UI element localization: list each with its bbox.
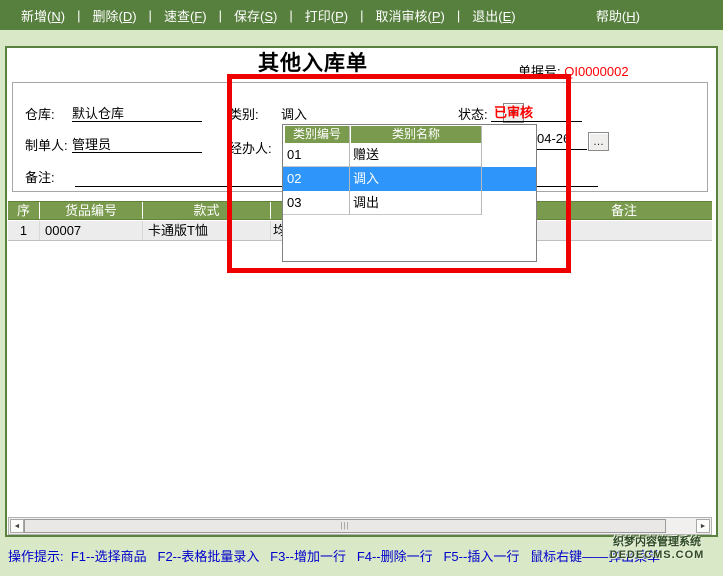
watermark-line2: DEDECMS.COM xyxy=(592,549,722,562)
toolbar-button-exit[interactable]: 退出(E) xyxy=(461,6,526,25)
date-browse-button[interactable]: … xyxy=(588,132,609,151)
toolbar-button-help[interactable]: 帮助(H) xyxy=(585,6,651,25)
arrow-left-icon: ◄ xyxy=(14,523,21,530)
page-title: 其他入库单 xyxy=(258,47,368,77)
scroll-right-button[interactable]: ► xyxy=(696,519,710,533)
ellipsis-icon: … xyxy=(593,136,604,148)
horizontal-scrollbar[interactable]: ◄ ||| ► xyxy=(8,517,712,535)
toolbar-button-cancel-audit[interactable]: 取消审核(P) xyxy=(364,6,455,25)
header-item-code: 货品编号 xyxy=(40,202,143,219)
status-bar-hint: 操作提示: F1--选择商品 F2--表格批量录入 F3--增加一行 F4--删… xyxy=(8,546,660,565)
toolbar: 新增(N) | 删除(D) | 速查(F) | 保存(S) | 打印(P) | … xyxy=(0,0,723,30)
cell-item-code[interactable]: 00007 xyxy=(40,221,143,240)
cell-seq[interactable]: 1 xyxy=(8,221,40,240)
warehouse-label: 仓库: xyxy=(25,104,55,123)
thumb-grip-icon: ||| xyxy=(340,522,349,530)
toolbar-button-save[interactable]: 保存(S) xyxy=(223,6,288,25)
remark-label: 备注: xyxy=(25,167,55,186)
arrow-right-icon: ► xyxy=(700,523,707,530)
doc-number-value: QI0000002 xyxy=(564,64,628,79)
toolbar-button-print[interactable]: 打印(P) xyxy=(294,6,359,25)
watermark: 织梦内容管理系统 DEDECMS.COM xyxy=(592,536,722,562)
scrollbar-thumb[interactable]: ||| xyxy=(24,519,666,533)
annotation-highlight-rectangle xyxy=(227,74,571,273)
warehouse-field[interactable]: 默认仓库 xyxy=(72,103,202,122)
maker-field[interactable]: 管理员 xyxy=(72,134,202,153)
toolbar-button-new[interactable]: 新增(N) xyxy=(10,6,76,25)
scroll-left-button[interactable]: ◄ xyxy=(10,519,24,533)
maker-label: 制单人: xyxy=(25,135,68,154)
watermark-line1: 织梦内容管理系统 xyxy=(592,536,722,549)
header-seq: 序 xyxy=(8,202,40,219)
toolbar-button-delete[interactable]: 删除(D) xyxy=(81,6,147,25)
toolbar-button-quick-search[interactable]: 速查(F) xyxy=(153,6,218,25)
